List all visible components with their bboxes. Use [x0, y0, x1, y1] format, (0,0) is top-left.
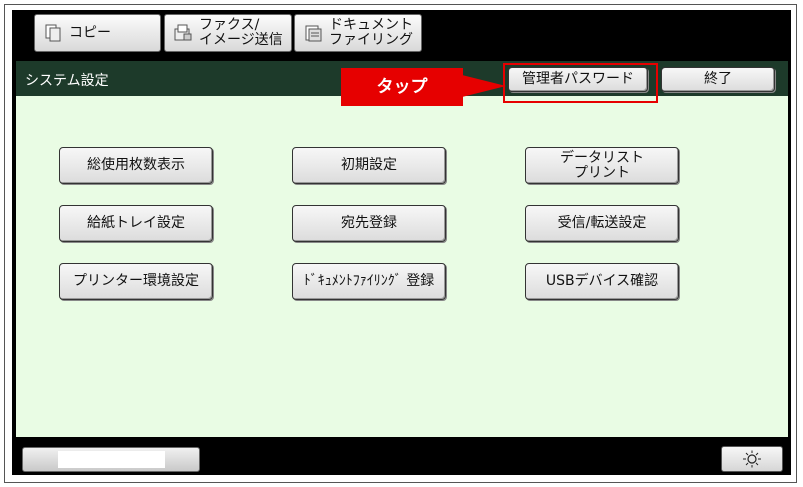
- tab-copy-label: コピー: [69, 24, 111, 41]
- receive-forward-settings-button[interactable]: 受信/転送設定: [525, 205, 679, 242]
- tap-callout-label: タップ: [376, 77, 428, 97]
- tab-document-filing[interactable]: ドキュメント ファイリング: [294, 14, 422, 52]
- usb-device-check-button[interactable]: USBデバイス確認: [525, 263, 679, 300]
- copy-icon: [45, 24, 61, 42]
- tab-document-filing-label: ドキュメント ファイリング: [329, 17, 413, 48]
- tab-copy[interactable]: コピー: [34, 14, 161, 52]
- status-indicator-fill: [58, 451, 165, 468]
- document-filing-registration-button[interactable]: ﾄﾞｷｭﾒﾝﾄﾌｧｲﾘﾝｸﾞ 登録: [292, 263, 446, 300]
- status-indicator: [22, 447, 200, 472]
- data-list-print-button[interactable]: データリスト プリント: [525, 147, 679, 184]
- tab-fax-image-send-label: ファクス/ イメージ送信: [199, 17, 283, 48]
- page-title: システム設定: [25, 73, 109, 89]
- address-registration-button[interactable]: 宛先登録: [292, 205, 446, 242]
- document-filing-icon: [305, 25, 322, 42]
- total-count-button[interactable]: 総使用枚数表示: [59, 147, 213, 184]
- tap-callout-arrow: [462, 75, 506, 97]
- exit-button[interactable]: 終了: [661, 67, 775, 92]
- sun-icon: [743, 450, 761, 468]
- initial-settings-button[interactable]: 初期設定: [292, 147, 446, 184]
- brightness-button[interactable]: [721, 446, 783, 472]
- paper-tray-settings-button[interactable]: 給紙トレイ設定: [59, 205, 213, 242]
- tab-fax-image-send[interactable]: ファクス/ イメージ送信: [164, 14, 292, 52]
- system-settings-screen: システム設定: [16, 61, 788, 437]
- printer-env-settings-button[interactable]: プリンター環境設定: [59, 263, 213, 300]
- fax-image-icon: [174, 24, 192, 41]
- admin-password-highlight: [503, 63, 658, 103]
